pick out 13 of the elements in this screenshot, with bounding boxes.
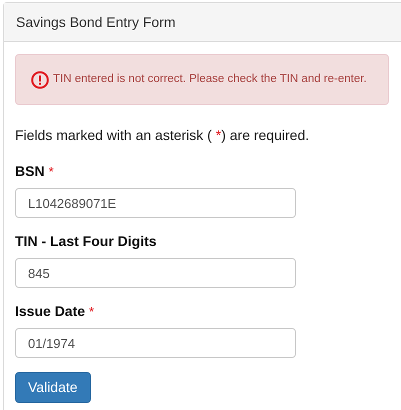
required-mark: * xyxy=(89,303,94,321)
required-note: Fields marked with an asterisk ( *) are required. xyxy=(15,126,310,145)
panel-title: Savings Bond Entry Form xyxy=(16,12,176,32)
alert-icon xyxy=(31,70,49,88)
field-label: BSN xyxy=(15,162,45,181)
required-mark: * xyxy=(48,163,54,181)
text-field[interactable]: L1042689071E xyxy=(15,188,296,218)
alert-message: TIN entered is not correct. Please check the TIN and re-enter. xyxy=(53,72,367,87)
field-label: TIN - Last Four Digits xyxy=(15,232,157,251)
field-label: Issue Date xyxy=(15,302,86,321)
validate-button[interactable]: Validate xyxy=(15,372,91,403)
text-field[interactable]: 01/1974 xyxy=(15,328,296,358)
text-field[interactable]: 845 xyxy=(15,258,296,288)
